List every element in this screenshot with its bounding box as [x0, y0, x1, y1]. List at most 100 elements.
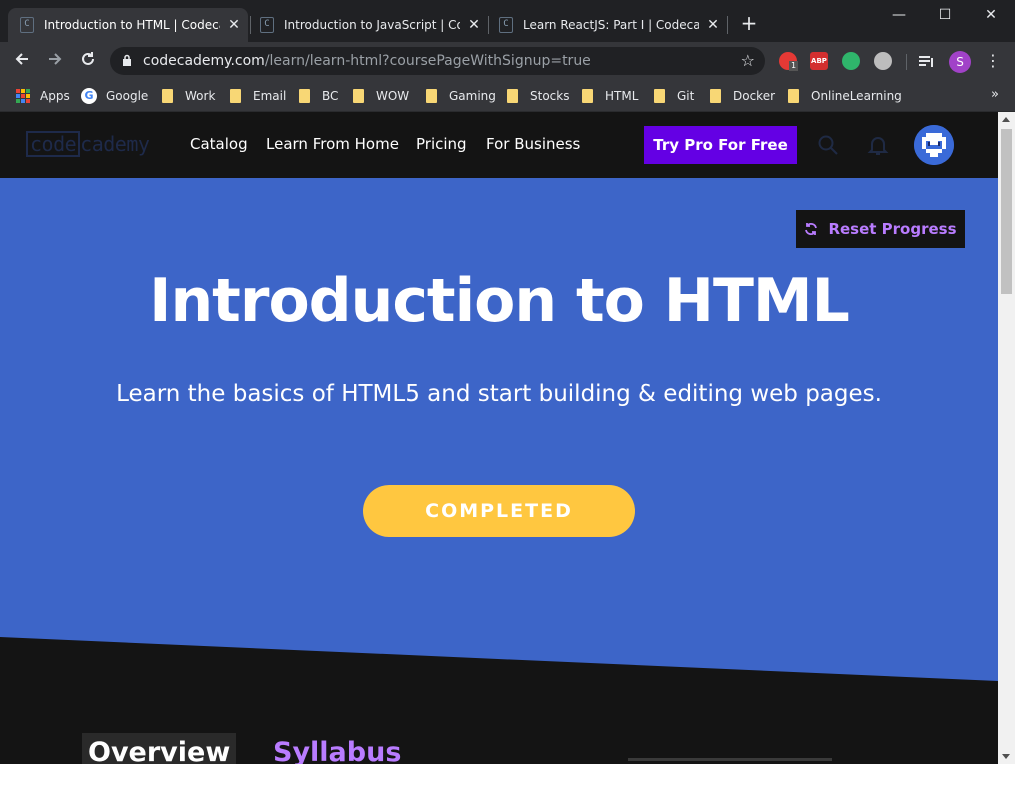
browser-toolbar: codecademy.com/learn/learn-html?coursePa…	[0, 42, 1015, 80]
bookmark-label: WOW	[376, 89, 410, 103]
search-button[interactable]	[817, 134, 839, 156]
bookmark-folder-email[interactable]: Email	[230, 86, 286, 106]
bell-icon	[867, 137, 889, 155]
folder-icon	[582, 89, 593, 103]
nav-for-business[interactable]: For Business	[486, 135, 580, 153]
browser-menu-icon[interactable]: ⋮	[985, 51, 1001, 71]
bookmark-folder-work[interactable]: Work	[162, 86, 215, 106]
bookmark-label: Email	[253, 89, 287, 103]
scroll-up-arrow-icon[interactable]	[1002, 117, 1010, 122]
bookmark-label: BC	[322, 89, 339, 103]
scrollbar-thumb[interactable]	[1001, 129, 1012, 294]
browser-tab-javascript[interactable]: C Introduction to JavaScript | Codecadem…	[248, 8, 488, 42]
folder-icon	[507, 89, 518, 103]
pixel-avatar-icon	[914, 125, 954, 165]
forward-button[interactable]	[43, 50, 67, 72]
bookmark-folder-gaming[interactable]: Gaming	[426, 86, 496, 106]
bookmark-label: Work	[185, 89, 216, 103]
tab-close-icon[interactable]: ✕	[705, 17, 721, 33]
notifications-button[interactable]	[867, 134, 889, 156]
bookmark-label: Git	[677, 89, 695, 103]
course-title: Introduction to HTML	[149, 266, 850, 336]
bookmark-folder-onlinelearning[interactable]: OnlineLearning	[788, 86, 902, 106]
adblock-plus-icon[interactable]: ABP	[810, 52, 828, 70]
bookmark-folder-wow[interactable]: WOW	[353, 86, 409, 106]
back-arrow-icon	[15, 53, 28, 65]
forward-arrow-icon	[49, 53, 62, 65]
course-subtitle: Learn the basics of HTML5 and start buil…	[116, 381, 882, 407]
maximize-window-button[interactable]: ☐	[922, 4, 968, 28]
extension-red-icon[interactable]: 1	[779, 52, 799, 71]
cut-off-text	[628, 758, 832, 761]
bookmark-label: HTML	[605, 89, 639, 103]
folder-icon	[710, 89, 721, 103]
logo-code-part: code	[26, 131, 81, 157]
bookmark-star-icon[interactable]: ☆	[741, 51, 755, 70]
bookmark-label: Google	[106, 89, 149, 103]
apps-grid-icon	[16, 89, 30, 103]
folder-icon	[230, 89, 241, 103]
scroll-down-arrow-icon[interactable]	[1002, 754, 1010, 759]
tab-overview[interactable]: Overview	[82, 733, 237, 764]
bookmark-label: Apps	[40, 89, 70, 103]
bookmark-label: Stocks	[530, 89, 570, 103]
page-viewport: code cademy Catalog Learn From Home Prici…	[0, 112, 998, 764]
reload-button[interactable]	[76, 50, 100, 72]
google-icon: G	[81, 88, 97, 104]
grammarly-icon[interactable]	[842, 52, 860, 70]
minimize-window-button[interactable]: —	[876, 4, 922, 28]
bookmark-google[interactable]: G Google	[81, 86, 148, 106]
codecademy-favicon-icon: C	[20, 17, 34, 33]
nav-catalog[interactable]: Catalog	[190, 135, 248, 153]
tab-separator	[727, 16, 728, 34]
folder-icon	[426, 89, 437, 103]
bookmark-folder-git[interactable]: Git	[654, 86, 694, 106]
tab-close-icon[interactable]: ✕	[226, 17, 242, 33]
window-bottom-edge	[0, 764, 1015, 810]
codecademy-favicon-icon: C	[260, 17, 274, 33]
media-queue-icon[interactable]	[918, 54, 936, 68]
tab-title: Learn ReactJS: Part I | Codecademy	[523, 18, 699, 32]
tab-syllabus[interactable]: Syllabus	[273, 737, 401, 764]
site-header: code cademy Catalog Learn From Home Prici…	[0, 112, 998, 178]
bookmarks-bar: Apps G Google Work Email BC WOW Gaming S…	[0, 80, 1015, 112]
extension-badge: 1	[789, 61, 799, 71]
codecademy-logo[interactable]: code cademy	[26, 130, 150, 158]
folder-icon	[788, 89, 799, 103]
back-button[interactable]	[10, 50, 34, 72]
reload-icon	[82, 52, 94, 65]
folder-icon	[353, 89, 364, 103]
bookmark-apps[interactable]: Apps	[16, 86, 70, 106]
reset-progress-button[interactable]: Reset Progress	[796, 210, 965, 248]
folder-icon	[299, 89, 310, 103]
bookmark-folder-stocks[interactable]: Stocks	[507, 86, 569, 106]
folder-icon	[162, 89, 173, 103]
nav-learn-from-home[interactable]: Learn From Home	[266, 135, 399, 153]
lock-icon	[123, 54, 131, 66]
folder-icon	[654, 89, 665, 103]
reset-progress-label: Reset Progress	[828, 220, 957, 238]
course-hero: Reset Progress Introduction to HTML Lear…	[0, 178, 998, 681]
browser-tab-strip: C Introduction to HTML | Codecademy ✕ C …	[0, 0, 1015, 42]
browser-tab-html[interactable]: C Introduction to HTML | Codecademy ✕	[8, 8, 248, 42]
bookmark-folder-docker[interactable]: Docker	[710, 86, 775, 106]
nav-pricing[interactable]: Pricing	[416, 135, 467, 153]
user-avatar[interactable]	[914, 125, 954, 165]
try-pro-button[interactable]: Try Pro For Free	[644, 126, 797, 164]
checkmark-extension-icon[interactable]	[874, 52, 892, 70]
profile-avatar[interactable]: S	[949, 51, 971, 73]
bookmark-folder-html[interactable]: HTML	[582, 86, 638, 106]
completed-button[interactable]: COMPLETED	[363, 485, 635, 537]
page-scrollbar[interactable]	[998, 112, 1015, 764]
bookmark-folder-bc[interactable]: BC	[299, 86, 338, 106]
logo-cademy-part: cademy	[80, 132, 150, 156]
new-tab-button[interactable]: +	[738, 12, 760, 34]
bookmarks-overflow-icon[interactable]: »	[991, 87, 999, 102]
tab-close-icon[interactable]: ✕	[466, 17, 482, 33]
url-text: codecademy.com/learn/learn-html?coursePa…	[143, 53, 591, 69]
refresh-icon	[805, 223, 818, 235]
browser-tab-react[interactable]: C Learn ReactJS: Part I | Codecademy ✕	[487, 8, 727, 42]
close-window-button[interactable]: ✕	[968, 4, 1014, 28]
address-bar[interactable]: codecademy.com/learn/learn-html?coursePa…	[110, 47, 765, 75]
search-icon	[818, 135, 838, 155]
